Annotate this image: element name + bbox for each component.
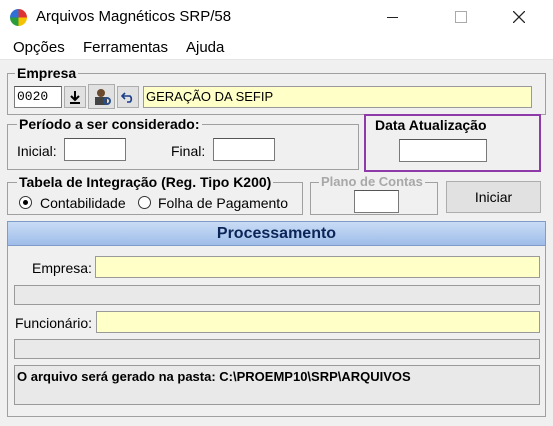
maximize-button[interactable] [438,0,484,34]
download-button[interactable] [64,86,86,108]
app-icon [10,9,27,26]
plano-contas-label: Plano de Contas [319,174,425,189]
person-search-icon [94,88,111,105]
data-atualizacao-label: Data Atualização [373,117,489,133]
data-atualizacao-field[interactable] [399,139,487,162]
iniciar-button[interactable]: Iniciar [446,181,541,213]
menu-opcoes[interactable]: Opções [13,39,65,56]
download-arrow-icon [70,91,80,104]
close-icon [513,11,525,23]
inicial-label: Inicial: [17,143,57,159]
minimize-icon [386,16,398,18]
undo-button[interactable] [117,86,139,108]
tabela-integracao-label: Tabela de Integração (Reg. Tipo K200) [17,174,274,190]
final-field[interactable] [213,138,275,161]
contabilidade-label: Contabilidade [40,195,126,211]
plano-contas-field[interactable] [354,190,399,213]
undo-icon [121,92,133,103]
final-label: Final: [171,143,206,159]
search-person-button[interactable] [88,84,115,109]
empresa-code-field[interactable]: 0020 [14,86,62,108]
menu-ferramentas[interactable]: Ferramentas [83,39,168,56]
status-message: O arquivo será gerado na pasta: C:\PROEM… [14,365,540,405]
empresa-group-label: Empresa [15,65,79,81]
minimize-button[interactable] [369,0,415,34]
funcionario-label: Funcionário: [15,315,93,331]
menu-ajuda[interactable]: Ajuda [186,39,224,56]
window-title: Arquivos Magnéticos SRP/58 [36,8,232,25]
processamento-header: Processamento [7,221,546,246]
radio-folha-pagamento[interactable] [138,196,151,209]
maximize-icon [455,11,467,23]
empresa-progress-bar [14,285,540,305]
funcionario-progress-bar [14,339,540,359]
periodo-group-label: Período a ser considerado: [17,116,202,132]
folha-pagamento-label: Folha de Pagamento [158,195,288,211]
radio-contabilidade[interactable] [19,196,32,209]
close-button[interactable] [496,0,542,34]
funcionario-field [96,311,540,333]
proc-empresa-field [95,256,540,278]
inicial-field[interactable] [64,138,126,161]
empresa-name-field[interactable]: GERAÇÃO DA SEFIP [143,86,532,108]
proc-empresa-label: Empresa: [32,260,92,276]
